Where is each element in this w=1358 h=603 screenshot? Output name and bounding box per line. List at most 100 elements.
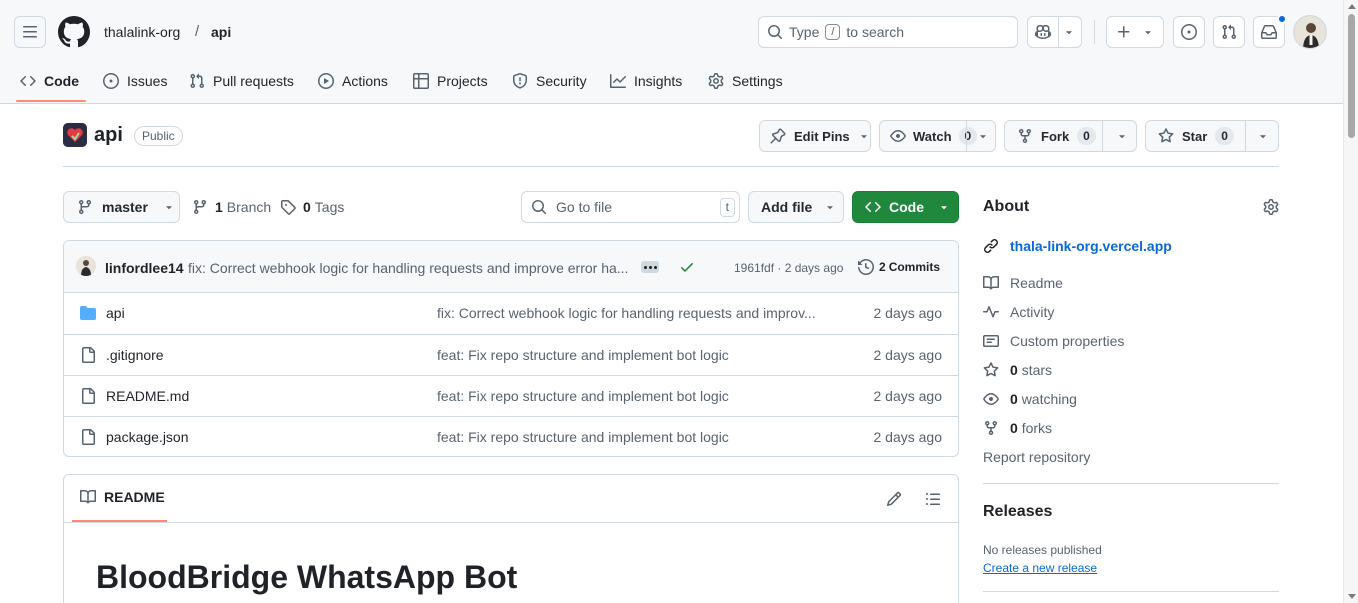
report-repository-link[interactable]: Report repository [983,449,1090,465]
about-homepage-link[interactable]: thala-link-org.vercel.app [983,236,1172,256]
releases-title[interactable]: Releases [983,503,1052,521]
copilot-button[interactable] [1027,16,1082,48]
triangle-down-icon[interactable] [977,130,989,142]
triangle-down-icon [858,130,870,142]
branches-link[interactable]: 1 Branch [192,199,271,215]
breadcrumb-repo[interactable]: api [211,24,231,40]
search-suffix: to search [846,24,905,40]
book-icon [983,275,999,291]
repo-title[interactable]: api [94,124,123,147]
file-commit-message[interactable]: feat: Fix repo structure and implement b… [437,429,827,445]
about-watching-link[interactable]: 0 watching [983,389,1077,409]
menu-button[interactable] [14,16,46,48]
graph-icon [610,73,626,89]
tab-actions[interactable]: Actions [318,62,388,100]
readme-tab[interactable]: README [80,489,165,505]
star-button[interactable]: Star 0 [1145,120,1279,152]
tab-code[interactable]: Code [20,62,79,100]
scroll-down-arrow-icon[interactable] [1348,594,1356,599]
file-row[interactable]: package.json feat: Fix repo structure an… [64,416,958,456]
fork-label: Fork [1041,128,1070,144]
file-commit-message[interactable]: feat: Fix repo structure and implement b… [437,347,827,363]
about-forks-link[interactable]: 0 forks [983,418,1052,438]
file-name[interactable]: api [106,305,125,321]
tab-security-label: Security [536,73,587,89]
tab-settings[interactable]: Settings [708,62,783,100]
tab-pull-requests[interactable]: Pull requests [189,62,294,100]
tag-label: Tags [314,199,345,215]
go-to-file-input[interactable]: Go to file t [521,191,740,223]
latest-commit-bar: linfordlee14 fix: Correct webhook logic … [64,241,958,293]
git-branch-icon [192,199,208,215]
add-file-button[interactable]: Add file [748,191,844,223]
check-icon[interactable] [679,259,695,275]
scrollbar-thumb[interactable] [1348,14,1355,138]
list-unordered-icon[interactable] [925,491,941,507]
go-to-file-placeholder: Go to file [556,199,613,215]
edit-pins-button[interactable]: Edit Pins [759,120,871,152]
tab-projects[interactable]: Projects [413,62,488,100]
author-avatar[interactable] [76,256,96,276]
custom-properties-label: Custom properties [1010,333,1125,349]
book-icon [80,489,96,505]
code-button[interactable]: Code [852,191,959,223]
file-row[interactable]: .gitignore feat: Fix repo structure and … [64,334,958,375]
commit-author[interactable]: linfordlee14 [105,260,184,276]
commits-history-link[interactable]: 2 Commits [858,259,940,275]
about-readme-link[interactable]: Readme [983,273,1063,293]
file-name[interactable]: .gitignore [106,347,164,363]
commit-meta[interactable]: 1961fdf · 2 days ago [734,261,843,275]
create-new-button[interactable] [1106,16,1164,48]
file-row[interactable]: README.md feat: Fix repo structure and i… [64,375,958,416]
branch-label: Branch [226,199,272,215]
add-file-label: Add file [761,199,813,215]
notifications-button[interactable] [1253,14,1287,48]
activity-label: Activity [1010,304,1055,320]
scroll-up-arrow-icon[interactable] [1348,4,1356,9]
global-header: thalalink-org / api Type / to search Cod… [0,0,1343,104]
tags-link[interactable]: 0 Tags [280,199,344,215]
user-avatar[interactable] [1293,15,1327,49]
file-commit-message[interactable]: feat: Fix repo structure and implement b… [437,388,827,404]
your-issues-button[interactable] [1173,16,1205,48]
breadcrumb-owner[interactable]: thalalink-org [104,24,180,40]
branch-selector-button[interactable]: master [63,191,180,223]
file-name[interactable]: package.json [106,429,189,445]
tab-security[interactable]: Security [512,62,587,100]
file-icon [80,429,96,445]
homepage-url: thala-link-org.vercel.app [1010,238,1172,254]
file-commit-message[interactable]: fix: Correct webhook logic for handling … [437,305,827,321]
triangle-down-icon[interactable] [1257,130,1269,142]
gear-icon[interactable] [1263,199,1279,215]
repo-forked-icon [1017,128,1033,144]
file-name[interactable]: README.md [106,388,189,404]
tab-issues[interactable]: Issues [103,62,167,100]
star-icon [983,362,999,378]
tab-actions-label: Actions [342,73,388,89]
about-activity-link[interactable]: Activity [983,302,1054,322]
fork-count: 0 [1077,127,1096,145]
triangle-down-icon[interactable] [1116,130,1128,142]
watch-button[interactable]: Watch 0 [879,120,996,152]
commit-message[interactable]: fix: Correct webhook logic for handling … [188,260,634,276]
triangle-down-icon [163,201,175,213]
commit-expand-button[interactable] [641,261,659,273]
your-pull-requests-button[interactable] [1213,16,1245,48]
fork-button[interactable]: Fork 0 [1004,120,1137,152]
file-row[interactable]: api fix: Correct webhook logic for handl… [64,293,958,334]
tab-insights[interactable]: Insights [610,62,682,100]
create-release-link[interactable]: Create a new release [983,561,1097,575]
github-logo-icon[interactable] [58,16,90,48]
page-scrollbar[interactable] [1343,0,1358,603]
about-stars-link[interactable]: 0 stars [983,360,1052,380]
issue-opened-icon [1181,24,1197,40]
pencil-icon[interactable] [886,491,902,507]
chevron-down-icon[interactable] [1057,26,1081,38]
branch-count: 1 [215,199,223,215]
tab-selected-underline [16,100,86,102]
about-custom-properties-link[interactable]: Custom properties [983,331,1124,351]
note-icon [983,333,999,349]
search-input[interactable]: Type / to search [758,16,1018,48]
triangle-down-icon [824,201,836,213]
tab-projects-label: Projects [437,73,488,89]
